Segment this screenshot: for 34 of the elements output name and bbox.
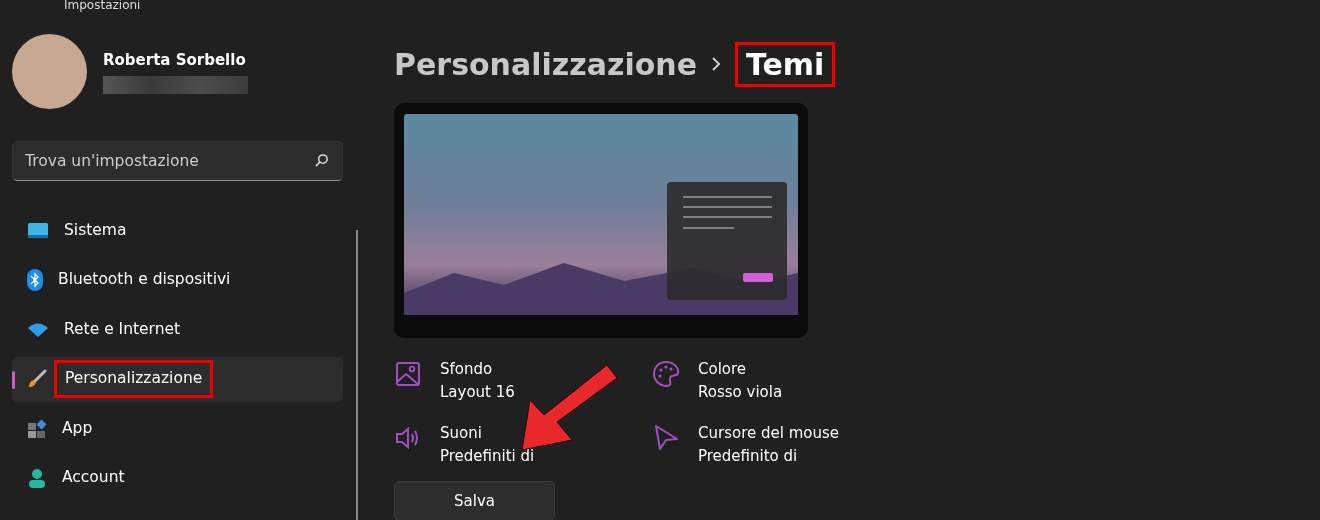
window-title: Impostazioni [64,0,142,12]
picture-icon [394,360,422,388]
search-field[interactable]: Trova un'impostazione [12,141,343,181]
selection-indicator [12,370,15,389]
bluetooth-icon [27,269,43,291]
nav-item[interactable]: Sistema [12,208,343,253]
setting-value: Rosso viola [698,382,783,404]
nav-item[interactable]: Rete e Internet [12,307,343,352]
page-title: Temi [735,41,836,87]
nav-item[interactable]: Bluetooth e dispositivi [12,257,343,303]
cursor-icon [652,423,680,452]
user-name: Roberta Sorbello [103,50,247,72]
nav-item[interactable]: Account [12,455,343,501]
brush-icon [27,369,47,389]
apps-icon [27,418,47,439]
breadcrumb-link[interactable]: Personalizzazione [394,41,697,87]
chevron-icon [711,57,721,71]
setting-label[interactable]: Colore [698,358,747,382]
setting-label[interactable]: Suoni [440,421,482,445]
setting-value: Predefiniti di [440,445,535,467]
scrollbar[interactable] [356,230,358,520]
person-icon [27,468,47,488]
setting-value: Layout 16 [440,382,515,404]
monitor-icon [27,222,49,239]
setting-label[interactable]: Cursore del mouse [698,421,839,445]
nav-item[interactable]: Personalizzazione [12,356,343,402]
nav-item[interactable]: App [12,406,343,451]
wifi-icon [27,321,49,338]
search-icon[interactable] [314,153,329,168]
palette-icon [652,360,680,388]
highlighted-label: Personalizzazione [54,360,214,398]
setting-label[interactable]: Sfondo [440,358,493,382]
setting-value: Predefinito di [698,445,798,467]
save-button[interactable]: Salva [394,481,555,520]
